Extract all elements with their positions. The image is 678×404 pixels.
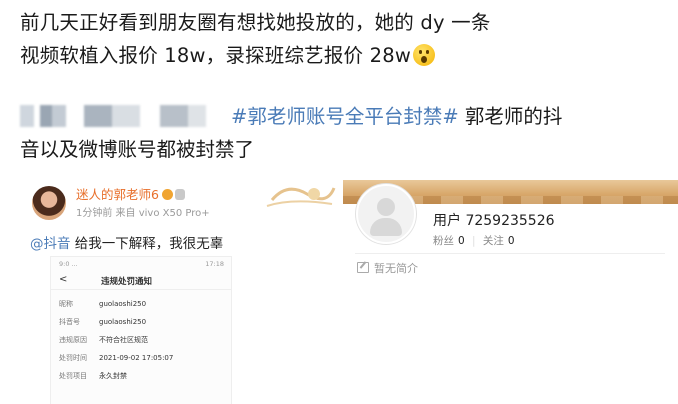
level-badge-icon: [174, 189, 185, 200]
weibo-post-screenshot: 迷人的郭老师6 1分钟前 来自 vivo X50 Pro+ @抖音 给我一下解释…: [22, 180, 337, 404]
mention-link[interactable]: @抖音: [30, 236, 71, 252]
profile-intro: 暂无简介: [357, 260, 418, 276]
hashtag-link[interactable]: #郭老师账号全平台封禁#: [231, 105, 459, 128]
caption: 前几天正好看到朋友圈有想找她投放的，她的 dy 一条 视频软植入报价 18w，录…: [20, 6, 670, 72]
repost-line-2: 音以及微博账号都被封禁了: [20, 138, 255, 161]
post-author[interactable]: 迷人的郭老师6: [76, 184, 185, 203]
stats-divider: |: [472, 235, 476, 247]
notice-row: 处罚项目 永久封禁: [59, 372, 127, 380]
notice-row: 处罚时间 2021-09-02 17:05:07: [59, 354, 174, 362]
penalty-notice-image: 9:0 ... 17:18 < 违规处罚通知 昵称 guolaoshi250 抖音号…: [50, 256, 232, 404]
post-body: @抖音 给我一下解释，我很无辜: [30, 236, 224, 252]
repost-line-1: #郭老师账号全平台封禁# 郭老师的抖: [20, 100, 670, 133]
follow-label[interactable]: 关注: [483, 235, 504, 247]
edit-icon: [357, 262, 369, 273]
profile-stats: 粉丝 0 | 关注 0: [433, 233, 519, 248]
profile-username: 用户 7259235526: [433, 213, 555, 229]
avatar[interactable]: [32, 186, 66, 220]
caption-line-2: 视频软植入报价 18w，录探班综艺报价 28w: [20, 39, 670, 72]
notice-row: 昵称 guolaoshi250: [59, 300, 147, 308]
notice-title: 违规处罚通知: [101, 277, 153, 287]
notice-row: 抖音号 guolaoshi250: [59, 318, 147, 326]
caption-line-1: 前几天正好看到朋友圈有想找她投放的，她的 dy 一条: [20, 11, 491, 34]
vip-badge-icon: [161, 189, 173, 200]
post-meta: 1分钟前 来自 vivo X50 Pro+: [76, 208, 210, 219]
notice-header: < 违规处罚通知: [51, 273, 231, 290]
profile-screenshot: 用户 7259235526 粉丝 0 | 关注 0 暂无简介: [343, 180, 678, 404]
phone-status-bar: 9:0 ... 17:18: [59, 260, 224, 268]
fans-count[interactable]: 0: [458, 235, 465, 247]
divider: [355, 253, 665, 254]
decorative-card-icon: [266, 187, 336, 207]
surprised-face-icon: [413, 44, 436, 66]
notice-row: 违规原因 不符合社区规范: [59, 336, 148, 344]
repost-text: #郭老师账号全平台封禁# 郭老师的抖 音以及微博账号都被封禁了: [20, 100, 670, 166]
back-icon: <: [59, 274, 68, 285]
fans-label[interactable]: 粉丝: [433, 235, 454, 247]
blurred-username: [20, 105, 225, 127]
follow-count[interactable]: 0: [508, 235, 515, 247]
default-avatar-icon[interactable]: [356, 184, 416, 244]
